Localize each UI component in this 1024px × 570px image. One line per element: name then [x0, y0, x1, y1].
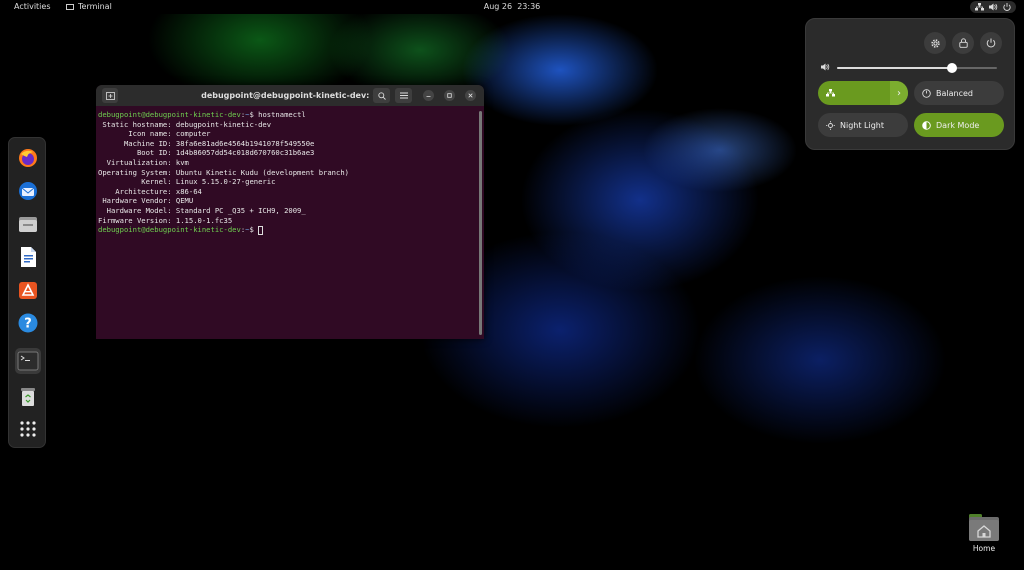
- home-label: Home: [972, 544, 996, 553]
- trash-icon: [21, 388, 35, 406]
- text-cursor: [258, 225, 264, 235]
- terminal-scrollbar[interactable]: [479, 111, 482, 335]
- dock-item-thunderbird[interactable]: [15, 178, 41, 204]
- power-mode-gauge-icon: [922, 88, 931, 98]
- activities-button[interactable]: Activities: [14, 0, 51, 14]
- dock-item-software[interactable]: [15, 277, 41, 303]
- maximize-icon: [447, 93, 452, 98]
- software-store-icon: [19, 282, 37, 299]
- dock-item-trash[interactable]: [15, 384, 41, 410]
- search-button[interactable]: [373, 88, 390, 103]
- maximize-button[interactable]: [444, 90, 455, 101]
- power-mode-toggle[interactable]: Balanced: [914, 81, 1004, 105]
- prompt-user: debugpoint@debugpoint-kinetic-dev: [98, 225, 241, 235]
- output-line: Static hostname: debugpoint-kinetic-dev: [98, 119, 272, 129]
- current-prompt-line: debugpoint@debugpoint-kinetic-dev:~$: [98, 225, 482, 235]
- night-light-toggle[interactable]: Night Light: [818, 113, 908, 137]
- output-line: Firmware Version: 1.15.0-1.fc35: [98, 215, 233, 225]
- close-button[interactable]: [465, 90, 476, 101]
- prompt-user: debugpoint@debugpoint-kinetic-dev: [98, 110, 241, 119]
- dock-item-firefox[interactable]: [15, 145, 41, 171]
- output-line: Icon name: computer: [98, 129, 211, 139]
- power-menu-button[interactable]: [980, 32, 1002, 54]
- home-folder-icon: [969, 514, 999, 541]
- system-tray[interactable]: [970, 1, 1016, 13]
- dock-item-show-apps[interactable]: [15, 416, 41, 442]
- command-line: debugpoint@debugpoint-kinetic-dev:~$ hos…: [98, 110, 482, 120]
- lock-icon: [958, 38, 968, 48]
- wired-network-icon: [826, 89, 835, 97]
- menu-button[interactable]: [395, 88, 412, 103]
- close-icon: [468, 93, 473, 98]
- terminal-output[interactable]: debugpoint@debugpoint-kinetic-dev:~$ hos…: [96, 106, 484, 239]
- app-menu-label: Terminal: [78, 2, 112, 11]
- output-line: Kernel: Linux 5.15.0-27-generic: [98, 177, 276, 187]
- lock-button[interactable]: [952, 32, 974, 54]
- night-light-label: Night Light: [840, 120, 884, 130]
- terminal-icon: [66, 4, 74, 10]
- terminal-icon: [17, 351, 39, 371]
- output-line: Architecture: x86-64: [98, 186, 202, 196]
- clock[interactable]: Aug 26 23:36: [484, 2, 541, 11]
- quick-settings-panel: › Balanced Night Light Dark Mode: [805, 18, 1015, 150]
- dark-mode-label: Dark Mode: [936, 120, 980, 130]
- thunderbird-icon: [19, 182, 37, 200]
- output-line: Machine ID: 38fa6e81ad6e4564b1941078f549…: [98, 138, 315, 148]
- volume-icon: [821, 63, 830, 71]
- gear-icon: [930, 38, 940, 48]
- dock-item-terminal[interactable]: [15, 348, 41, 374]
- dock-item-help[interactable]: ?: [15, 310, 41, 336]
- svg-text:?: ?: [24, 317, 32, 332]
- dock-item-writer[interactable]: [15, 244, 41, 270]
- settings-button[interactable]: [924, 32, 946, 54]
- prompt-dollar: $: [249, 225, 259, 235]
- network-toggle[interactable]: ›: [818, 81, 908, 105]
- dock: ?: [8, 137, 46, 448]
- power-icon: [1003, 3, 1011, 11]
- network-icon: [975, 3, 984, 11]
- dock-item-files[interactable]: [15, 211, 41, 237]
- output-line: Boot ID: 1d4b86057dd54c018d670760c31b6ae…: [98, 148, 315, 158]
- top-bar: Activities Terminal Aug 26 23:36: [0, 0, 1024, 14]
- prompt-dollar: $: [249, 110, 259, 119]
- firefox-icon: [19, 149, 37, 167]
- volume-icon: [989, 3, 998, 11]
- output-line: Virtualization: kvm: [98, 157, 189, 167]
- power-icon: [986, 38, 996, 48]
- desktop-home-icon[interactable]: Home: [964, 512, 1004, 553]
- terminal-header-bar[interactable]: debugpoint@debugpoint-kinetic-dev: ~: [96, 85, 484, 106]
- dark-mode-icon: [922, 120, 931, 130]
- clock-date: Aug 26: [483, 2, 513, 11]
- minimize-button[interactable]: [423, 90, 434, 101]
- clock-time: 23:36: [517, 2, 541, 11]
- dark-mode-toggle[interactable]: Dark Mode: [914, 113, 1004, 137]
- night-light-icon: [826, 120, 835, 130]
- app-menu[interactable]: Terminal: [66, 0, 112, 14]
- network-expand-button[interactable]: ›: [890, 81, 908, 105]
- output-line: Hardware Model: Standard PC _Q35 + ICH9,…: [98, 205, 306, 215]
- help-icon: ?: [18, 313, 38, 333]
- power-mode-label: Balanced: [936, 88, 973, 98]
- output-line: Hardware Vendor: QEMU: [98, 196, 194, 206]
- app-grid-icon: [20, 421, 36, 437]
- new-tab-icon: [105, 91, 115, 100]
- terminal-window[interactable]: debugpoint@debugpoint-kinetic-dev: ~ deb…: [96, 85, 484, 339]
- files-icon: [19, 217, 37, 232]
- volume-slider-fill: [837, 67, 953, 69]
- search-icon: [377, 91, 386, 100]
- clock-container: Aug 26 23:36: [0, 0, 1024, 14]
- minimize-icon: [426, 96, 431, 97]
- command-text: hostnamectl: [258, 110, 306, 119]
- writer-icon: [21, 247, 36, 267]
- volume-slider[interactable]: [837, 63, 997, 73]
- volume-slider-knob[interactable]: [947, 63, 958, 73]
- hamburger-menu-icon: [399, 92, 408, 99]
- new-tab-button[interactable]: [102, 88, 118, 103]
- output-line: Operating System: Ubuntu Kinetic Kudu (d…: [98, 167, 349, 177]
